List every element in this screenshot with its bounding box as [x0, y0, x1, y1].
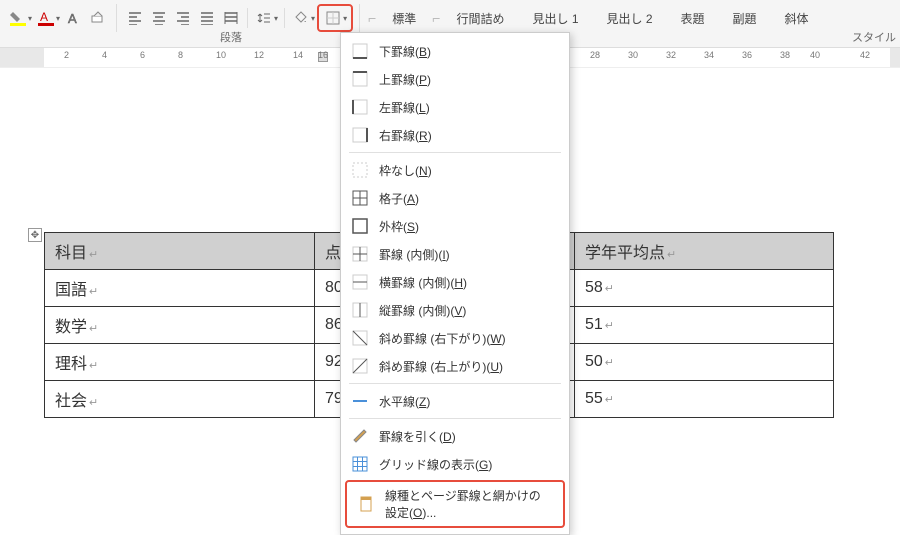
chevron-down-icon[interactable]: ▾	[56, 14, 60, 23]
style-title[interactable]: 表題	[667, 6, 719, 31]
ruler-tick: 28	[590, 50, 600, 60]
left-border-icon	[351, 98, 369, 116]
right-border-icon	[351, 126, 369, 144]
no-border-icon	[351, 161, 369, 179]
align-center-button[interactable]	[148, 7, 170, 29]
borders-button[interactable]	[322, 7, 344, 29]
ruler-tick: 32	[666, 50, 676, 60]
inside-border-icon	[351, 245, 369, 263]
menu-bottom-border[interactable]: 下罫線(B)	[341, 37, 569, 65]
gridlines-icon	[351, 455, 369, 473]
top-border-icon	[351, 70, 369, 88]
all-borders-icon	[351, 189, 369, 207]
ruler-tick: 38	[780, 50, 790, 60]
menu-no-border[interactable]: 枠なし(N)	[341, 156, 569, 184]
borders-dropdown-menu: 下罫線(B) 上罫線(P) 左罫線(L) 右罫線(R) 枠なし(N) 格子(A)…	[340, 32, 570, 535]
menu-diagonal-down[interactable]: 斜め罫線 (右下がり)(W)	[341, 324, 569, 352]
menu-inside-v-border[interactable]: 縦罫線 (内側)(V)	[341, 296, 569, 324]
styles-gallery: ⌐ 標準 ⌐ 行間詰め 見出し 1 見出し 2 表題 副題 斜体	[366, 4, 822, 32]
chevron-down-icon[interactable]: ▾	[28, 14, 32, 23]
style-group-label: スタイル	[852, 29, 896, 45]
chevron-down-icon[interactable]: ▾	[343, 14, 347, 23]
ruler-tick: 14	[293, 50, 303, 60]
menu-horizontal-line[interactable]: 水平線(Z)	[341, 387, 569, 415]
inside-h-border-icon	[351, 273, 369, 291]
horizontal-line-icon	[351, 392, 369, 410]
ruler-tick: 40	[810, 50, 820, 60]
menu-all-borders[interactable]: 格子(A)	[341, 184, 569, 212]
style-standard[interactable]: 標準	[378, 6, 430, 31]
align-left-button[interactable]	[124, 7, 146, 29]
chevron-down-icon[interactable]: ▾	[274, 14, 278, 23]
ruler-tick: 34	[704, 50, 714, 60]
menu-borders-and-shading[interactable]: 線種とページ罫線と網かけの設定(O)...	[347, 482, 563, 526]
paragraph-group-label: 段落	[220, 29, 242, 45]
separator: ⌐	[366, 10, 378, 26]
table-header[interactable]: 学年平均点↵	[575, 233, 834, 270]
menu-outside-border[interactable]: 外枠(S)	[341, 212, 569, 240]
menu-inside-h-border[interactable]: 横罫線 (内側)(H)	[341, 268, 569, 296]
style-heading2[interactable]: 見出し 2	[593, 6, 667, 31]
menu-separator	[349, 152, 561, 153]
menu-top-border[interactable]: 上罫線(P)	[341, 65, 569, 93]
ruler-tick: 8	[178, 50, 183, 60]
ruler-tick: 4	[102, 50, 107, 60]
ruler-tick: 12	[254, 50, 264, 60]
bottom-border-icon	[351, 42, 369, 60]
menu-item-highlighted: 線種とページ罫線と網かけの設定(O)...	[345, 480, 565, 528]
chevron-down-icon[interactable]: ▾	[311, 14, 315, 23]
menu-inside-border[interactable]: 罫線 (内側)(I)	[341, 240, 569, 268]
ruler-tick: 6	[140, 50, 145, 60]
borders-button-highlighted: ▾	[317, 4, 353, 32]
ruler-tick: 16	[318, 50, 328, 60]
style-heading1[interactable]: 見出し 1	[518, 6, 592, 31]
style-no-spacing[interactable]: 行間詰め	[442, 6, 518, 31]
format-eraser-button[interactable]	[87, 7, 109, 29]
menu-diagonal-up[interactable]: 斜め罫線 (右上がり)(U)	[341, 352, 569, 380]
justify-button[interactable]	[196, 7, 218, 29]
svg-text:A: A	[68, 11, 77, 26]
outside-border-icon	[351, 217, 369, 235]
line-spacing-button[interactable]	[253, 7, 275, 29]
table-header[interactable]: 科目↵	[45, 233, 315, 270]
draw-border-icon	[351, 427, 369, 445]
font-color-button[interactable]: A	[35, 7, 57, 29]
ruler-tick: 42	[860, 50, 870, 60]
inside-v-border-icon	[351, 301, 369, 319]
shading-button[interactable]	[290, 7, 312, 29]
diagonal-up-icon	[351, 357, 369, 375]
paragraph-group: ▾ ▾ ▾	[117, 4, 360, 32]
separator: ⌐	[430, 10, 442, 26]
menu-draw-border[interactable]: 罫線を引く(D)	[341, 422, 569, 450]
style-subtitle[interactable]: 副題	[719, 6, 771, 31]
diagonal-down-icon	[351, 329, 369, 347]
ruler-tick: 10	[216, 50, 226, 60]
menu-separator	[349, 383, 561, 384]
menu-view-gridlines[interactable]: グリッド線の表示(G)	[341, 450, 569, 478]
page-setup-icon	[357, 495, 375, 513]
font-color-group: ▾ A ▾ A	[0, 4, 117, 32]
align-right-button[interactable]	[172, 7, 194, 29]
text-effects-button[interactable]: A	[63, 7, 85, 29]
ruler-tick: 36	[742, 50, 752, 60]
highlight-color-button[interactable]	[7, 7, 29, 29]
table-move-handle[interactable]: ✥	[28, 228, 42, 242]
menu-right-border[interactable]: 右罫線(R)	[341, 121, 569, 149]
ruler-tick: 30	[628, 50, 638, 60]
menu-left-border[interactable]: 左罫線(L)	[341, 93, 569, 121]
distribute-button[interactable]	[220, 7, 242, 29]
ruler-tick: 2	[64, 50, 69, 60]
svg-text:A: A	[40, 10, 48, 24]
menu-separator	[349, 418, 561, 419]
style-italic[interactable]: 斜体	[771, 6, 823, 31]
